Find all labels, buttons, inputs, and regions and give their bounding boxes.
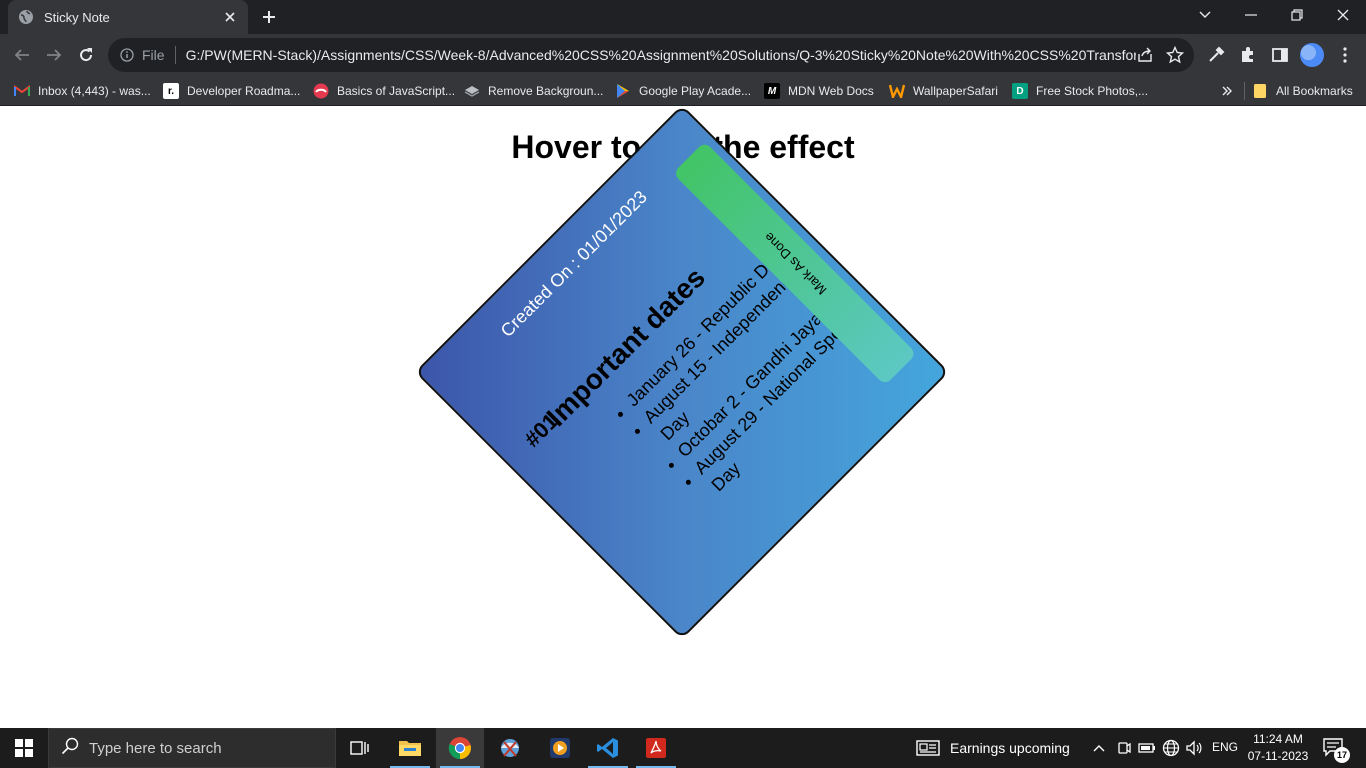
chevron-up-icon[interactable] — [1089, 738, 1109, 758]
bookmark-label: Basics of JavaScript... — [337, 84, 456, 98]
roadmap-icon: r. — [163, 83, 179, 99]
tab-title: Sticky Note — [44, 9, 110, 25]
media-player-icon[interactable] — [536, 728, 584, 768]
profile-avatar[interactable] — [1300, 43, 1324, 67]
meet-now-icon[interactable] — [1114, 738, 1134, 758]
search-icon — [61, 737, 79, 760]
bookmark-label: Developer Roadma... — [187, 84, 301, 98]
bookmark-inbox[interactable]: Inbox (4,443) - was... — [14, 82, 151, 100]
bookmark-label: All Bookmarks — [1276, 84, 1353, 98]
tab-search-icon[interactable] — [1182, 0, 1228, 30]
reload-icon[interactable] — [72, 41, 100, 69]
omnibox-divider — [174, 46, 176, 64]
news-text: Earnings upcoming — [950, 740, 1070, 756]
share-icon[interactable] — [1136, 46, 1154, 69]
bookmarks-divider — [1244, 82, 1245, 100]
tab-sticky-note[interactable]: Sticky Note — [8, 0, 248, 34]
task-view-icon[interactable] — [336, 728, 384, 768]
windows-taskbar: Type here to search Earnings upcoming EN… — [0, 728, 1366, 768]
taskbar-search-box[interactable]: Type here to search — [48, 728, 336, 768]
close-window-icon[interactable] — [1320, 0, 1366, 30]
bookmark-label: Inbox (4,443) - was... — [38, 84, 151, 98]
google-play-icon — [615, 83, 631, 99]
kebab-menu-icon[interactable] — [1334, 44, 1356, 66]
bookmark-wallpapersafari[interactable]: WallpaperSafari — [889, 82, 998, 100]
newspaper-icon — [916, 739, 940, 757]
notification-count-badge: 17 — [1334, 747, 1350, 763]
globe-icon — [18, 9, 34, 25]
restore-icon[interactable] — [1274, 0, 1320, 30]
gmail-icon — [14, 83, 30, 99]
bookmark-developer-roadmap[interactable]: r. Developer Roadma... — [163, 82, 300, 100]
bookmark-free-stock-photos[interactable]: D Free Stock Photos,... — [1012, 82, 1148, 100]
bookmark-google-play-academy[interactable]: Google Play Acade... — [615, 82, 751, 100]
bookmark-label: Google Play Acade... — [639, 84, 752, 98]
eyedropper-extension-icon[interactable] — [1205, 44, 1227, 66]
bookmark-label: MDN Web Docs — [788, 84, 874, 98]
bookmark-label: Free Stock Photos,... — [1036, 84, 1149, 98]
vscode-icon[interactable] — [584, 728, 632, 768]
browser-tab-bar: Sticky Note — [0, 0, 1366, 34]
bookmark-label: WallpaperSafari — [913, 84, 998, 98]
info-icon[interactable] — [120, 48, 134, 62]
file-explorer-icon[interactable] — [386, 728, 434, 768]
more-bookmarks-chevron-icon[interactable] — [1222, 82, 1232, 100]
new-tab-button[interactable] — [258, 7, 280, 27]
forward-arrow-icon[interactable] — [40, 41, 68, 69]
volume-icon[interactable] — [1184, 738, 1204, 758]
url-scheme-label: File — [142, 47, 165, 63]
search-placeholder: Type here to search — [89, 739, 222, 757]
clock-time: 11:24 AM — [1253, 732, 1303, 746]
chrome-icon[interactable] — [436, 728, 484, 768]
system-clock[interactable]: 11:24 AM 07-11-2023 — [1240, 731, 1316, 765]
js-basics-icon — [313, 83, 329, 99]
network-globe-icon[interactable] — [1161, 738, 1181, 758]
snipping-tool-icon[interactable] — [486, 728, 534, 768]
side-panel-icon[interactable] — [1269, 44, 1291, 66]
wallpapersafari-icon — [889, 83, 905, 99]
back-arrow-icon[interactable] — [8, 41, 36, 69]
windows-start-icon[interactable] — [0, 728, 48, 768]
bookmark-star-icon[interactable] — [1165, 45, 1185, 69]
stock-photos-icon: D — [1012, 83, 1028, 99]
bookmark-mdn-web-docs[interactable]: M MDN Web Docs — [764, 82, 874, 100]
bookmarks-bar: Inbox (4,443) - was... r. Developer Road… — [0, 76, 1366, 106]
extensions-puzzle-icon[interactable] — [1237, 44, 1259, 66]
page-viewport: Hover to see the effect Created On : 01/… — [0, 107, 1366, 728]
address-bar[interactable]: File G:/PW(MERN-Stack)/Assignments/CSS/W… — [108, 38, 1194, 72]
folder-icon — [1252, 83, 1268, 99]
close-tab-icon[interactable] — [222, 9, 238, 25]
battery-icon[interactable] — [1137, 738, 1157, 758]
all-bookmarks-folder[interactable]: All Bookmarks — [1252, 82, 1353, 100]
pdf-reader-icon[interactable] — [632, 728, 680, 768]
bookmark-label: Remove Backgroun... — [488, 84, 604, 98]
clock-date: 07-11-2023 — [1247, 749, 1309, 763]
browser-toolbar: File G:/PW(MERN-Stack)/Assignments/CSS/W… — [0, 34, 1366, 76]
remove-bg-icon — [464, 83, 480, 99]
minimize-icon[interactable] — [1228, 0, 1274, 30]
input-language[interactable]: ENG — [1212, 740, 1238, 754]
news-widget[interactable]: Earnings upcoming — [916, 728, 1070, 768]
bookmark-basics-of-javascript[interactable]: Basics of JavaScript... — [313, 82, 455, 100]
url-text[interactable]: G:/PW(MERN-Stack)/Assignments/CSS/Week-8… — [186, 47, 1136, 63]
important-dates-list: January 26 - Republic Day August 15 - In… — [608, 221, 896, 509]
bookmark-remove-background[interactable]: Remove Backgroun... — [464, 82, 603, 100]
sticky-note-card[interactable]: Created On : 01/01/2023 #01 Important da… — [414, 107, 950, 640]
mdn-icon: M — [764, 83, 780, 99]
